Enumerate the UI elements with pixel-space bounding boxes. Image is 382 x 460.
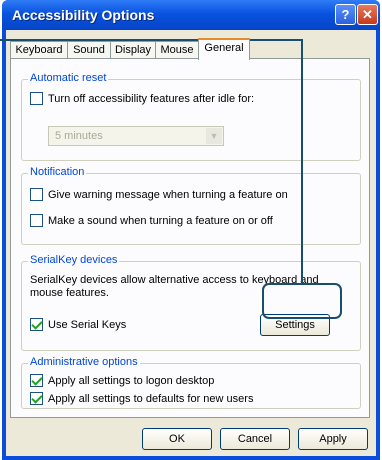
- checkbox-label: Make a sound when turning a feature on o…: [48, 214, 273, 227]
- notification-group: Notification Give warning message when t…: [21, 166, 361, 245]
- idle-timeout-checkbox[interactable]: Turn off accessibility features after id…: [30, 92, 254, 105]
- apply-button[interactable]: Apply: [298, 428, 368, 450]
- window-title: Accessibility Options: [12, 7, 155, 23]
- button-label: Apply: [319, 433, 347, 445]
- checkbox-label: Use Serial Keys: [48, 318, 127, 331]
- checkbox-box[interactable]: [30, 392, 43, 405]
- title-bar[interactable]: Accessibility Options ? ✕: [2, 0, 380, 30]
- checkbox-label: Apply all settings to defaults for new u…: [48, 392, 254, 405]
- tab-label: General: [204, 42, 244, 54]
- administrative-options-group: Administrative options Apply all setting…: [21, 356, 361, 409]
- checkbox-box[interactable]: [30, 188, 43, 201]
- dialog-client-area: Keyboard Sound Display Mouse General Aut…: [6, 30, 376, 456]
- help-icon: ?: [341, 7, 350, 22]
- checkbox-label: Turn off accessibility features after id…: [48, 92, 255, 105]
- checkbox-box[interactable]: [30, 214, 43, 227]
- checkbox-box[interactable]: [30, 318, 43, 331]
- tab-keyboard[interactable]: Keyboard: [10, 41, 68, 59]
- chevron-down-icon[interactable]: ▼: [206, 128, 222, 144]
- tab-label: Display: [114, 44, 152, 56]
- callout-highlight-box: [262, 283, 342, 319]
- button-label: OK: [169, 433, 185, 445]
- group-legend: SerialKey devices: [28, 254, 120, 266]
- idle-timeout-dropdown[interactable]: 5 minutes ▼: [48, 126, 224, 146]
- group-legend: Administrative options: [28, 356, 140, 368]
- checkbox-box[interactable]: [30, 374, 43, 387]
- tab-general[interactable]: General: [198, 38, 250, 60]
- tab-label: Mouse: [160, 44, 194, 56]
- button-label: Settings: [275, 319, 315, 331]
- accessibility-options-window: Accessibility Options ? ✕ Keyboard Sound…: [2, 0, 380, 460]
- tab-mouse[interactable]: Mouse: [155, 41, 199, 59]
- close-button[interactable]: ✕: [357, 4, 378, 25]
- make-sound-checkbox[interactable]: Make a sound when turning a feature on o…: [30, 214, 273, 227]
- ok-button[interactable]: OK: [142, 428, 212, 450]
- checkbox-label: Give warning message when turning a feat…: [48, 188, 288, 201]
- use-serial-keys-checkbox[interactable]: Use Serial Keys: [30, 318, 126, 331]
- tab-label: Keyboard: [15, 44, 63, 56]
- callout-line-horizontal: [0, 39, 303, 41]
- group-legend: Notification: [28, 166, 87, 178]
- button-label: Cancel: [237, 433, 273, 445]
- warning-message-checkbox[interactable]: Give warning message when turning a feat…: [30, 188, 288, 201]
- help-button[interactable]: ?: [335, 4, 356, 25]
- checkbox-label: Apply all settings to logon desktop: [48, 374, 215, 387]
- close-icon: ✕: [362, 7, 373, 22]
- apply-logon-desktop-checkbox[interactable]: Apply all settings to logon desktop: [30, 374, 214, 387]
- general-tab-panel: Automatic reset Turn off accessibility f…: [10, 58, 370, 418]
- tab-sound[interactable]: Sound: [67, 41, 111, 59]
- automatic-reset-group: Automatic reset Turn off accessibility f…: [21, 72, 361, 161]
- apply-defaults-new-users-checkbox[interactable]: Apply all settings to defaults for new u…: [30, 392, 253, 405]
- tab-display[interactable]: Display: [110, 41, 156, 59]
- checkbox-box[interactable]: [30, 92, 43, 105]
- callout-line-vertical: [301, 39, 303, 285]
- cancel-button[interactable]: Cancel: [220, 428, 290, 450]
- tab-label: Sound: [73, 44, 105, 56]
- dropdown-value: 5 minutes: [55, 130, 103, 142]
- group-legend: Automatic reset: [28, 72, 109, 84]
